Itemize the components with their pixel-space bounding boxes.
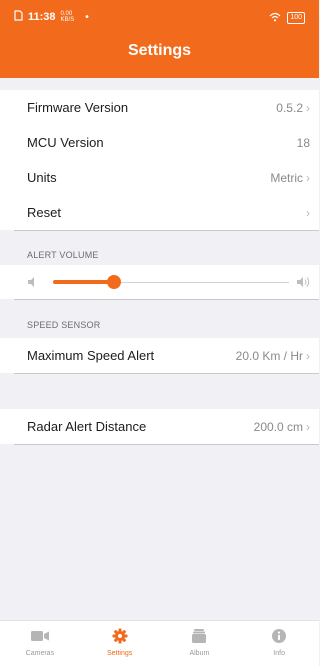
slider-fill (53, 280, 115, 284)
battery-indicator: 100 (287, 12, 305, 24)
reset-row[interactable]: Reset › (0, 195, 319, 230)
chevron-right-icon: › (306, 205, 310, 220)
tab-cameras-label: Cameras (25, 650, 55, 657)
volume-high-icon (296, 275, 312, 293)
chevron-right-icon: › (306, 348, 310, 363)
sim-card-icon (14, 10, 23, 24)
firmware-version-value: 0.5.2 (276, 100, 303, 115)
info-icon (271, 628, 287, 644)
camera-icon (30, 628, 50, 644)
tab-album[interactable]: Album (160, 621, 240, 666)
divider (14, 373, 319, 374)
app-header: 11:38 0.00 KB/S • 100 Settings (0, 0, 319, 78)
chevron-right-icon: › (306, 170, 310, 185)
units-row[interactable]: Units Metric › (0, 160, 319, 195)
volume-low-icon (27, 275, 37, 293)
firmware-version-row[interactable]: Firmware Version 0.5.2 › (0, 90, 319, 125)
radar-alert-distance-value: 200.0 cm (253, 419, 303, 434)
tab-info-label: Info (273, 650, 285, 657)
bottom-tab-bar: Cameras Settings Album Info (0, 620, 319, 666)
tab-settings[interactable]: Settings (80, 621, 160, 666)
chevron-right-icon: › (306, 100, 310, 115)
tab-cameras[interactable]: Cameras (0, 621, 80, 666)
max-speed-alert-row[interactable]: Maximum Speed Alert 20.0 Km / Hr › (0, 338, 319, 373)
album-icon (191, 628, 207, 644)
alert-volume-slider[interactable] (0, 265, 319, 299)
chevron-right-icon: › (306, 419, 310, 434)
status-bar: 11:38 0.00 KB/S • 100 (0, 0, 319, 36)
radar-group: Radar Alert Distance 200.0 cm › (0, 409, 319, 444)
firmware-version-label: Firmware Version (27, 100, 129, 115)
divider (14, 444, 319, 445)
speed-sensor-section-label: SPEED SENSOR (27, 320, 101, 330)
mcu-version-value: 18 (296, 135, 310, 150)
radar-alert-distance-row[interactable]: Radar Alert Distance 200.0 cm › (0, 409, 319, 444)
net-speed-unit: KB/S (60, 17, 75, 23)
divider (14, 230, 319, 231)
alert-volume-section-label: ALERT VOLUME (27, 250, 99, 260)
slider-thumb[interactable] (107, 275, 122, 289)
wifi-icon (269, 9, 281, 27)
tab-info[interactable]: Info (239, 621, 319, 666)
max-speed-alert-value: 20.0 Km / Hr (235, 348, 303, 363)
gear-icon (112, 628, 128, 644)
units-label: Units (27, 170, 57, 185)
mcu-version-label: MCU Version (27, 135, 104, 150)
units-value: Metric (270, 170, 303, 185)
mcu-version-row: MCU Version 18 (0, 125, 319, 160)
device-info-group: Firmware Version 0.5.2 › MCU Version 18 … (0, 90, 319, 230)
speed-sensor-group: Maximum Speed Alert 20.0 Km / Hr › (0, 338, 319, 373)
notification-dot: • (85, 11, 89, 23)
max-speed-alert-label: Maximum Speed Alert (27, 348, 155, 363)
status-time: 11:38 (28, 11, 56, 23)
tab-album-label: Album (189, 650, 210, 657)
tab-settings-label: Settings (106, 650, 133, 657)
page-title: Settings (127, 42, 192, 59)
radar-alert-distance-label: Radar Alert Distance (27, 419, 147, 434)
divider (14, 299, 319, 300)
reset-label: Reset (27, 205, 61, 220)
